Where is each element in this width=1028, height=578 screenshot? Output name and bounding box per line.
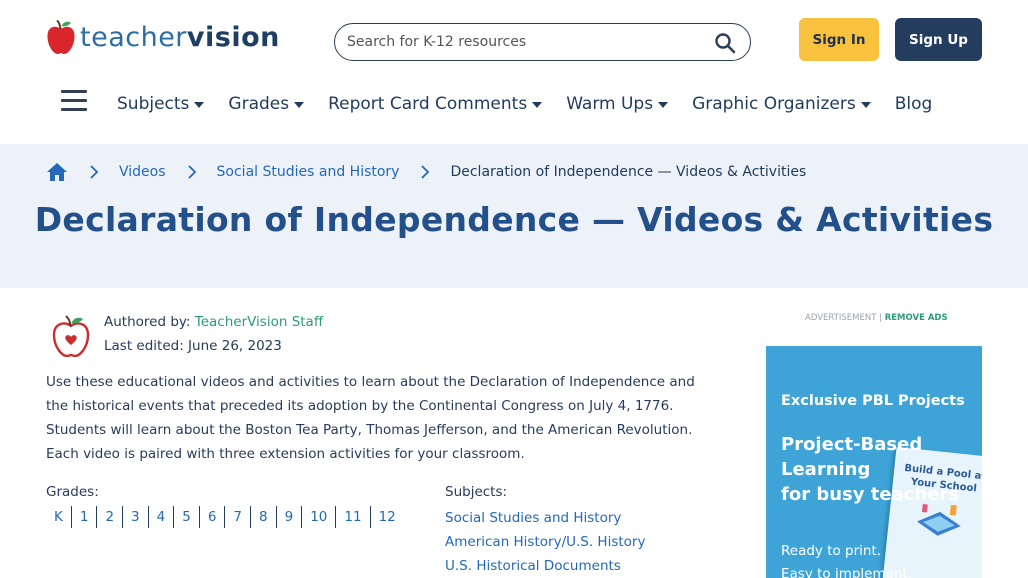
subject-link[interactable]: American History/U.S. History [445,530,645,554]
grade-link-7[interactable]: 7 [224,506,250,528]
ad-eyebrow: Exclusive PBL Projects [781,393,965,409]
grade-link-5[interactable]: 5 [173,506,199,528]
nav-item-subjects[interactable]: Subjects [117,94,205,114]
subject-link[interactable]: U.S. Historical Documents [445,554,645,578]
grade-link-12[interactable]: 12 [369,506,404,528]
intro-paragraph: Use these educational videos and activit… [46,374,695,462]
search-bar [334,23,751,61]
sign-up-button[interactable]: Sign Up [895,18,982,61]
nav-item-report-card-comments[interactable]: Report Card Comments [328,94,543,114]
remove-ads-link[interactable]: REMOVE ADS [885,313,948,323]
advertisement-banner[interactable]: Exclusive PBL Projects Build a Pool at Y… [766,346,982,578]
ad-headline-line: Learning [781,459,871,480]
ad-label-text: ADVERTISEMENT | [805,313,882,323]
grade-link-3[interactable]: 3 [122,506,148,528]
nav-item-label: Warm Ups [566,94,654,114]
subject-link[interactable]: Social Studies and History [445,506,645,530]
search-input[interactable] [347,32,707,52]
subjects-list: Social Studies and History American Hist… [445,506,645,578]
logo-text-teacher: teacher [80,22,187,53]
ad-headline-line: Project-Based [781,434,923,455]
nav-item-label: Graphic Organizers [692,94,856,114]
site-header: teachervision Sign In Sign Up Subjects G… [0,0,1028,144]
search-icon[interactable] [714,32,736,54]
breadcrumb: Videos Social Studies and History Declar… [46,160,806,184]
caret-down-icon [194,102,205,108]
chevron-right-icon [187,165,196,179]
author-link[interactable]: TeacherVision Staff [195,314,323,330]
grade-link-10[interactable]: 10 [301,506,335,528]
logo-text-vision: vision [186,22,280,53]
ad-copy-line: Easy to implement. [781,566,913,578]
nav-item-label: Subjects [117,94,190,114]
grade-link-4[interactable]: 4 [147,506,174,528]
nav-item-label: Grades [228,94,290,114]
ad-copy-line: Ready to print. [781,543,882,559]
caret-down-icon [532,102,543,108]
breadcrumb-link-social-studies[interactable]: Social Studies and History [217,164,400,180]
apple-logo-icon [47,20,75,54]
grade-link-2[interactable]: 2 [96,506,122,528]
subjects-label: Subjects: [445,484,508,500]
grade-link-8[interactable]: 8 [250,506,276,528]
ad-headline-line: for busy teachers [781,484,959,505]
nav-item-blog[interactable]: Blog [895,94,933,114]
sign-in-button[interactable]: Sign In [799,18,879,61]
home-icon[interactable] [46,162,68,182]
nav-item-label: Report Card Comments [328,94,528,114]
grade-link-1[interactable]: 1 [70,506,97,528]
page-title: Declaration of Independence — Videos & A… [34,200,994,239]
authored-by: Authored by: TeacherVision Staff [104,314,323,330]
chevron-right-icon [90,165,99,179]
ad-copy: Ready to print. Easy to implement. [781,540,912,578]
authored-prefix: Authored by: [104,314,191,330]
main-nav: Subjects Grades Report Card Comments War… [117,91,956,117]
nav-item-graphic-organizers[interactable]: Graphic Organizers [692,94,871,114]
grade-link-9[interactable]: 9 [275,506,302,528]
grade-link-11[interactable]: 11 [335,506,369,528]
caret-down-icon [658,102,669,108]
chevron-right-icon [421,165,430,179]
grades-label: Grades: [46,484,99,500]
menu-icon[interactable] [61,90,87,112]
ad-headline: Project-Based Learning for busy teachers [781,432,981,507]
caret-down-icon [860,102,871,108]
breadcrumb-link-videos[interactable]: Videos [119,164,166,180]
nav-item-grades[interactable]: Grades [228,94,305,114]
nav-item-warm-ups[interactable]: Warm Ups [566,94,669,114]
grade-link-6[interactable]: 6 [198,506,225,528]
last-edited: Last edited: June 26, 2023 [104,338,282,354]
advertisement-label: ADVERTISEMENT | REMOVE ADS [805,313,948,323]
caret-down-icon [294,102,305,108]
breadcrumb-current: Declaration of Independence — Videos & A… [450,164,807,180]
site-logo[interactable]: teachervision [46,20,280,56]
nav-item-label: Blog [894,94,933,114]
author-apple-icon [52,315,90,357]
grades-list: K 1 2 3 4 5 6 7 8 9 10 11 12 [46,505,404,529]
grade-link-k[interactable]: K [46,506,71,528]
